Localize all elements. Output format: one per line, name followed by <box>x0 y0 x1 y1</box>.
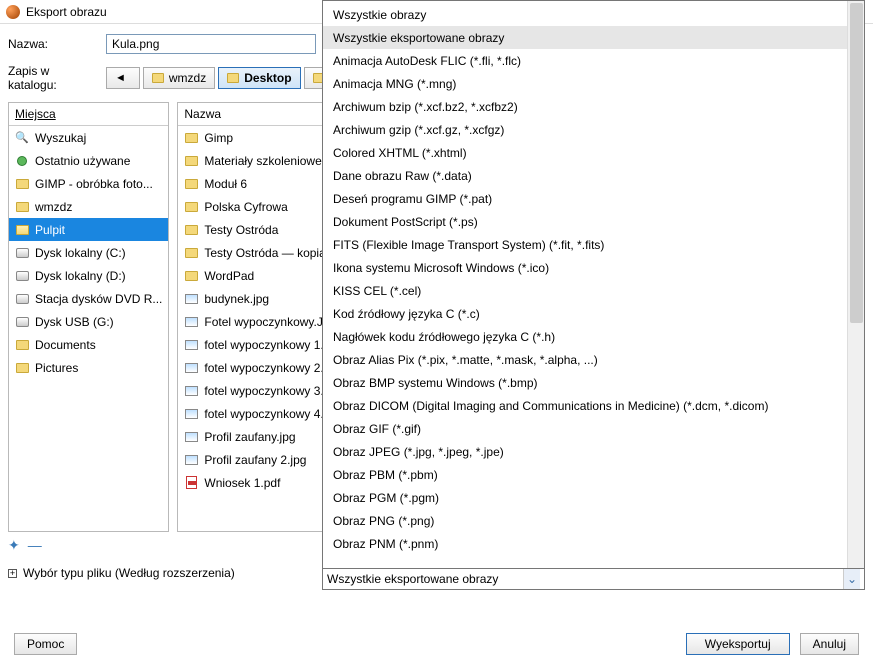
help-button[interactable]: Pomoc <box>14 633 77 655</box>
place-item[interactable]: GIMP - obróbka foto... <box>9 172 168 195</box>
dropdown-option[interactable]: Dane obrazu Raw (*.data) <box>323 164 847 187</box>
place-item[interactable]: Wyszukaj <box>9 126 168 149</box>
dropdown-option[interactable]: Obraz Alias Pix (*.pix, *.matte, *.mask,… <box>323 348 847 371</box>
dropdown-scrollbar[interactable] <box>847 1 864 589</box>
dropdown-option[interactable]: Animacja MNG (*.mng) <box>323 72 847 95</box>
dropdown-option[interactable]: Deseń programu GIMP (*.pat) <box>323 187 847 210</box>
places-panel: Miejsca WyszukajOstatnio używaneGIMP - o… <box>8 102 169 532</box>
dropdown-option[interactable]: FITS (Flexible Image Transport System) (… <box>323 233 847 256</box>
place-item[interactable]: wmzdz <box>9 195 168 218</box>
dropdown-option[interactable]: Archiwum bzip (*.xcf.bz2, *.xcfbz2) <box>323 95 847 118</box>
place-item[interactable]: Dysk lokalny (C:) <box>9 241 168 264</box>
add-place-button[interactable]: ✦ <box>8 537 20 554</box>
places-list: WyszukajOstatnio używaneGIMP - obróbka f… <box>9 126 168 531</box>
dropdown-option[interactable]: Archiwum gzip (*.xcf.gz, *.xcfgz) <box>323 118 847 141</box>
folder-icon <box>152 73 164 83</box>
dropdown-option[interactable]: Nagłówek kodu źródłowego języka C (*.h) <box>323 325 847 348</box>
place-item[interactable]: Dysk lokalny (D:) <box>9 264 168 287</box>
dropdown-option[interactable]: Wszystkie obrazy <box>323 3 847 26</box>
place-item[interactable]: Ostatnio używane <box>9 149 168 172</box>
dropdown-option[interactable]: Ikona systemu Microsoft Windows (*.ico) <box>323 256 847 279</box>
dropdown-option[interactable]: Kod źródłowy języka C (*.c) <box>323 302 847 325</box>
dropdown-option[interactable]: Obraz PNG (*.png) <box>323 509 847 532</box>
dropdown-option[interactable]: Obraz PBM (*.pbm) <box>323 463 847 486</box>
crumb-2[interactable]: Desktop <box>218 67 300 89</box>
dropdown-option[interactable]: Obraz PGM (*.pgm) <box>323 486 847 509</box>
dropdown-option[interactable]: Animacja AutoDesk FLIC (*.fli, *.flc) <box>323 49 847 72</box>
filename-input[interactable] <box>106 34 316 54</box>
window-title: Eksport obrazu <box>26 5 107 19</box>
place-item[interactable]: Stacja dysków DVD R... <box>9 287 168 310</box>
dropdown-option[interactable]: KISS CEL (*.cel) <box>323 279 847 302</box>
place-item[interactable]: Dysk USB (G:) <box>9 310 168 333</box>
name-label: Nazwa: <box>8 37 98 51</box>
combo-value: Wszystkie eksportowane obrazy <box>327 572 498 586</box>
folder-icon <box>227 73 239 83</box>
dropdown-option[interactable]: Obraz JPEG (*.jpg, *.jpeg, *.jpe) <box>323 440 847 463</box>
dropdown-option[interactable]: Obraz DICOM (Digital Imaging and Communi… <box>323 394 847 417</box>
savein-label: Zapis w katalogu: <box>8 64 98 92</box>
filetype-combo[interactable]: Wszystkie eksportowane obrazy ⌄ <box>322 568 865 590</box>
expand-icon: + <box>8 569 17 578</box>
dropdown-option[interactable]: Dokument PostScript (*.ps) <box>323 210 847 233</box>
dropdown-option[interactable]: Obraz BMP systemu Windows (*.bmp) <box>323 371 847 394</box>
dropdown-option[interactable]: Colored XHTML (*.xhtml) <box>323 141 847 164</box>
filetype-dropdown[interactable]: Wszystkie obrazyWszystkie eksportowane o… <box>322 0 865 590</box>
app-icon <box>6 5 20 19</box>
export-button[interactable]: Wyeksportuj <box>686 633 790 655</box>
cancel-button[interactable]: Anuluj <box>800 633 859 655</box>
dropdown-option[interactable]: Obraz PNM (*.pnm) <box>323 532 847 555</box>
crumb-1[interactable]: wmzdz <box>143 67 215 89</box>
file-type-label: Wybór typu pliku (Według rozszerzenia) <box>23 566 235 580</box>
place-item[interactable]: Pulpit <box>9 218 168 241</box>
places-header[interactable]: Miejsca <box>9 103 168 126</box>
dropdown-option[interactable]: Wszystkie eksportowane obrazy <box>323 26 847 49</box>
crumb-0[interactable]: ◄ <box>106 67 140 89</box>
dropdown-option[interactable]: Obraz GIF (*.gif) <box>323 417 847 440</box>
place-item[interactable]: Documents <box>9 333 168 356</box>
chevron-down-icon: ⌄ <box>843 569 860 589</box>
place-item[interactable]: Pictures <box>9 356 168 379</box>
remove-place-button[interactable]: — <box>28 537 42 553</box>
